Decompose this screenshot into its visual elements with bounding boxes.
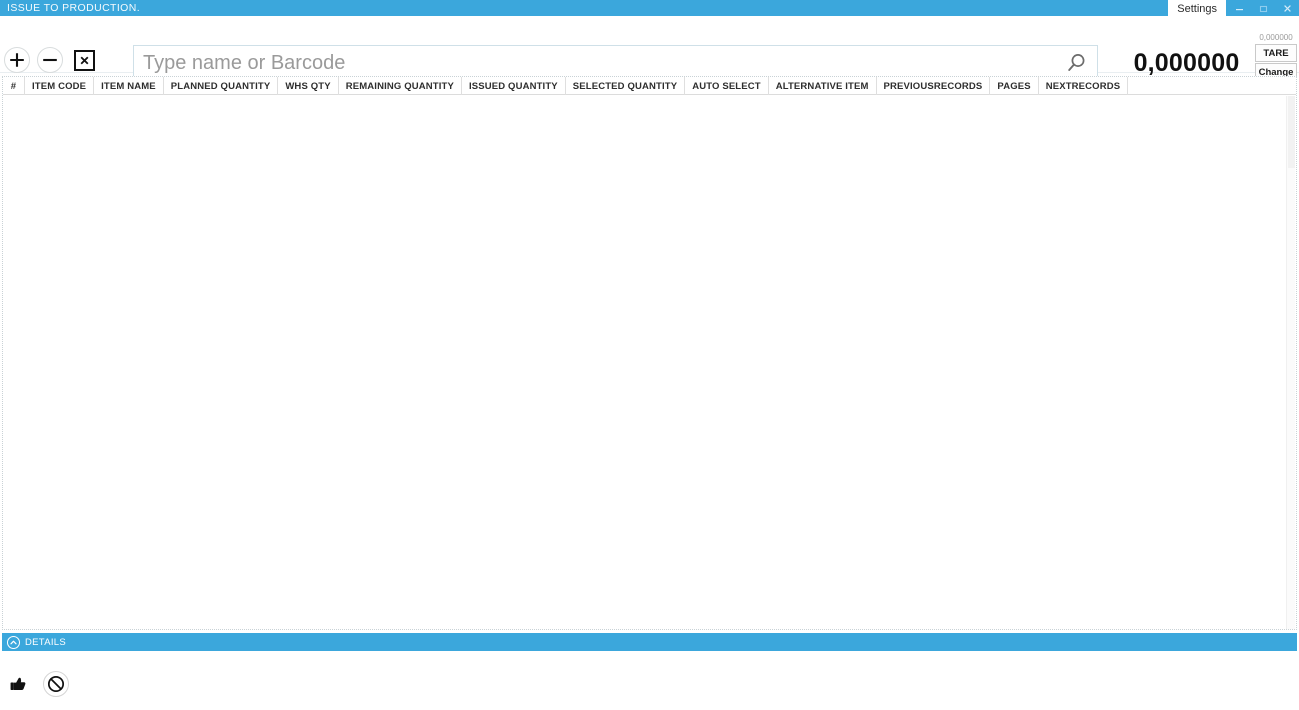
close-row-button[interactable] <box>74 50 95 71</box>
plus-circle-icon <box>8 51 26 69</box>
grid-column-header[interactable]: SELECTED QUANTITY <box>566 77 685 95</box>
application-window: ISSUE TO PRODUCTION. Settings <box>0 0 1299 710</box>
grid-column-header[interactable]: PREVIOUSRECORDS <box>877 77 991 95</box>
x-box-icon <box>79 55 90 66</box>
chevron-up-circle-icon <box>9 638 18 647</box>
tare-panel: 0,000000 TARE Change <box>1255 33 1297 81</box>
grid-column-header[interactable]: ITEM CODE <box>25 77 94 95</box>
grid-column-header[interactable]: PLANNED QUANTITY <box>164 77 279 95</box>
tare-value: 0,000000 <box>1255 33 1297 43</box>
restore-icon <box>1258 3 1269 14</box>
grid-column-header[interactable]: ITEM NAME <box>94 77 164 95</box>
search-icon <box>1064 51 1088 75</box>
weight-display: 0,000000 <box>1120 49 1253 78</box>
window-title: ISSUE TO PRODUCTION. <box>0 2 140 14</box>
details-toggle-button[interactable] <box>7 636 20 649</box>
details-bar[interactable]: DETAILS <box>2 633 1297 651</box>
grid-scrollbar-thumb[interactable] <box>1288 96 1295 168</box>
search-button[interactable] <box>1055 46 1097 80</box>
grid-vertical-scrollbar[interactable] <box>1286 96 1295 629</box>
grid-column-header[interactable]: PAGES <box>990 77 1038 95</box>
grid-column-header[interactable]: WHS QTY <box>278 77 338 95</box>
toolbar: 0,000000 0,000000 TARE Change <box>0 16 1299 73</box>
add-button[interactable] <box>4 47 30 73</box>
search-input[interactable] <box>134 46 1055 80</box>
grid-column-header[interactable]: ALTERNATIVE ITEM <box>769 77 877 95</box>
close-icon <box>1282 3 1293 14</box>
confirm-button[interactable] <box>6 671 32 697</box>
remove-button[interactable] <box>37 47 63 73</box>
details-label: DETAILS <box>25 637 66 648</box>
grid-column-header[interactable]: REMAINING QUANTITY <box>339 77 462 95</box>
restore-button[interactable] <box>1251 0 1275 16</box>
toolbar-icon-group <box>4 47 95 73</box>
minimize-button[interactable] <box>1227 0 1251 16</box>
cancel-button[interactable] <box>43 671 69 697</box>
thumbs-up-icon <box>8 673 30 695</box>
grid-column-header[interactable]: ISSUED QUANTITY <box>462 77 566 95</box>
minimize-icon <box>1234 3 1245 14</box>
grid-column-header[interactable]: # <box>3 77 25 95</box>
grid-body[interactable] <box>3 95 1296 629</box>
window-controls <box>1227 0 1299 16</box>
prohibited-icon <box>46 674 66 694</box>
minus-circle-icon <box>41 51 59 69</box>
tab-settings-label: Settings <box>1177 3 1217 15</box>
tare-button[interactable]: TARE <box>1255 44 1297 62</box>
grid-column-header[interactable]: AUTO SELECT <box>685 77 769 95</box>
action-bar <box>0 658 1299 710</box>
close-button[interactable] <box>1275 0 1299 16</box>
items-grid: #ITEM CODEITEM NAMEPLANNED QUANTITYWHS Q… <box>2 76 1297 630</box>
grid-header-row: #ITEM CODEITEM NAMEPLANNED QUANTITYWHS Q… <box>3 77 1296 95</box>
title-bar: ISSUE TO PRODUCTION. <box>0 0 1299 16</box>
grid-column-header[interactable]: NEXTRECORDS <box>1039 77 1129 95</box>
